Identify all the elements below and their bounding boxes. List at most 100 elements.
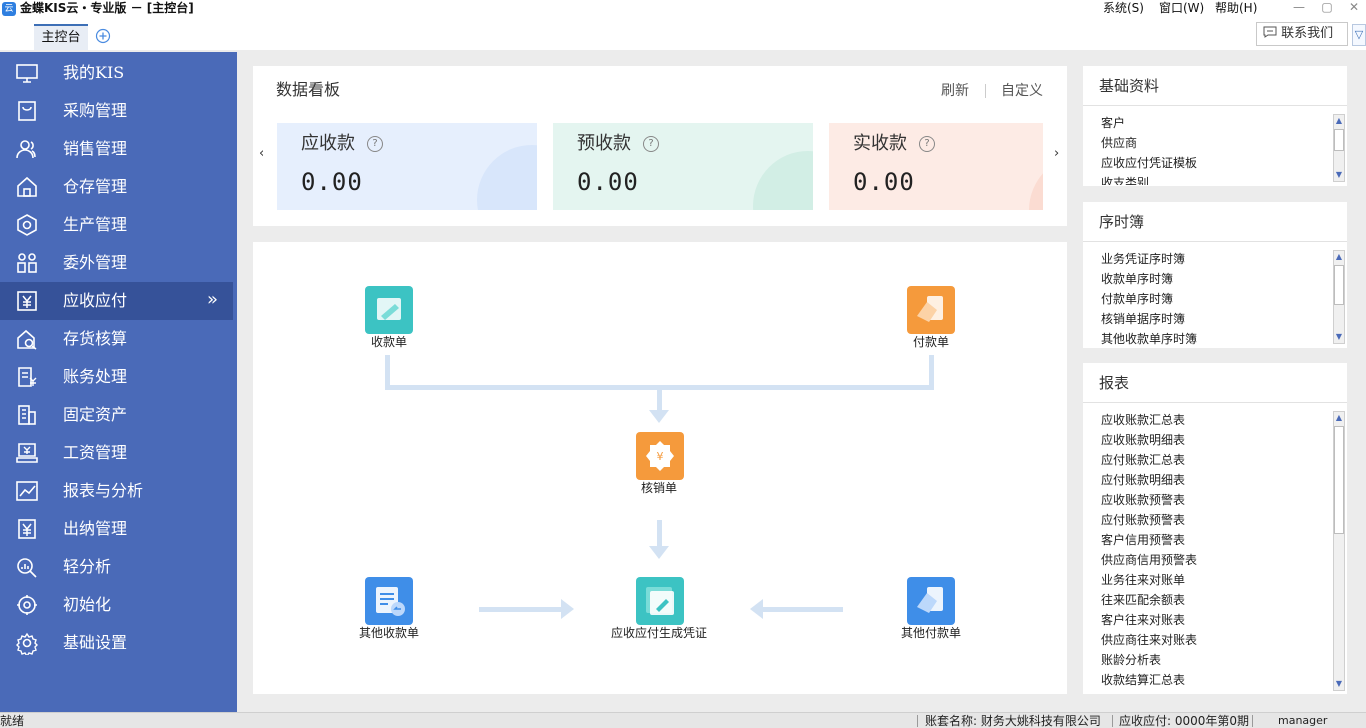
arrow-down-icon: [649, 410, 669, 423]
payment-label[interactable]: 付款单: [901, 335, 961, 349]
voucher-label[interactable]: 应收应付生成凭证: [599, 626, 719, 640]
basic-data-item[interactable]: 收支类别: [1101, 173, 1329, 185]
report-item[interactable]: 账龄分析表: [1101, 650, 1329, 670]
card-receivable[interactable]: 应收款 ? 0.00: [277, 123, 537, 210]
report-item[interactable]: 供应商往来对账表: [1101, 630, 1329, 650]
other-receipt-icon[interactable]: [365, 577, 413, 625]
basic-data-item[interactable]: 供应商: [1101, 133, 1329, 153]
users-icon: [14, 137, 40, 161]
receipt-icon[interactable]: [365, 286, 413, 334]
reports-title: 报表: [1099, 374, 1130, 392]
cashier-icon: [14, 517, 40, 541]
scroll-thumb[interactable]: [1334, 265, 1344, 305]
scroll-thumb[interactable]: [1334, 129, 1344, 151]
sidebar-item-label: 账务处理: [63, 367, 128, 386]
sidebar-item-label: 采购管理: [63, 101, 128, 120]
sidebar-item-0[interactable]: 我的KIS: [0, 54, 237, 92]
plus-icon[interactable]: [94, 28, 112, 46]
sequence-book-scrollbar[interactable]: ▲ ▼: [1333, 250, 1345, 344]
sequence-book-item[interactable]: 业务凭证序时簿: [1101, 249, 1329, 269]
divider: [917, 715, 918, 727]
report-item[interactable]: 应收账款预警表: [1101, 490, 1329, 510]
scroll-up-icon[interactable]: ▲: [1334, 412, 1344, 424]
sidebar-item-5[interactable]: 委外管理: [0, 244, 237, 282]
menu-window[interactable]: 窗口(W): [1159, 0, 1204, 16]
divider: [1112, 715, 1113, 727]
customize-button[interactable]: 自定义: [1001, 82, 1043, 100]
sidebar-item-7[interactable]: 存货核算: [0, 320, 237, 358]
sidebar-item-label: 存货核算: [63, 329, 128, 348]
card-actual-receipt[interactable]: 实收款 ? 0.00: [829, 123, 1043, 210]
other-payment-label[interactable]: 其他付款单: [891, 626, 971, 640]
sidebar: 我的KIS 采购管理销售管理仓存管理 生产管理 委外管理 应收应付 » 存货核算账务处理固定…: [0, 52, 237, 712]
card-advance-receipt[interactable]: 预收款 ? 0.00: [553, 123, 813, 210]
sidebar-item-3[interactable]: 仓存管理: [0, 168, 237, 206]
sequence-book-item[interactable]: 收款单序时簿: [1101, 269, 1329, 289]
maximize-button[interactable]: ▢: [1314, 0, 1340, 16]
scroll-down-icon[interactable]: ▼: [1334, 331, 1344, 343]
basic-data-item[interactable]: 应收应付凭证模板: [1101, 153, 1329, 173]
writeoff-icon[interactable]: ¥: [636, 432, 684, 480]
help-icon[interactable]: ?: [643, 136, 659, 152]
report-item[interactable]: 业务往来对账单: [1101, 570, 1329, 590]
sidebar-item-label: 销售管理: [63, 139, 128, 158]
sidebar-item-8[interactable]: 账务处理: [0, 358, 237, 396]
report-item[interactable]: 应付账款预警表: [1101, 510, 1329, 530]
refresh-button[interactable]: 刷新: [941, 82, 969, 100]
tab-main-console[interactable]: 主控台: [34, 24, 88, 50]
report-item[interactable]: 客户往来对账表: [1101, 610, 1329, 630]
minimize-button[interactable]: —: [1286, 0, 1312, 16]
sequence-book-item[interactable]: 其他收款单序时簿: [1101, 329, 1329, 345]
other-receipt-label[interactable]: 其他收款单: [349, 626, 429, 640]
scroll-down-icon[interactable]: ▼: [1334, 678, 1344, 690]
sidebar-item-1[interactable]: 采购管理: [0, 92, 237, 130]
monitor-icon: [14, 61, 40, 85]
receipt-label[interactable]: 收款单: [359, 335, 419, 349]
basic-data-scrollbar[interactable]: ▲ ▼: [1333, 114, 1345, 182]
ledger-icon: [14, 365, 40, 389]
status-module-period: 应收应付: 0000年第0期: [1119, 714, 1250, 728]
report-item[interactable]: 客户信用预警表: [1101, 530, 1329, 550]
sidebar-item-2[interactable]: 销售管理: [0, 130, 237, 168]
writeoff-label[interactable]: 核销单: [629, 481, 689, 495]
prev-arrow-icon[interactable]: ‹: [259, 146, 264, 161]
menu-system[interactable]: 系统(S): [1103, 0, 1144, 16]
sidebar-item-11[interactable]: 报表与分析: [0, 472, 237, 510]
basic-data-item[interactable]: 客户: [1101, 113, 1329, 133]
sidebar-item-4[interactable]: 生产管理: [0, 206, 237, 244]
sequence-book-item[interactable]: 付款单序时簿: [1101, 289, 1329, 309]
scroll-up-icon[interactable]: ▲: [1334, 251, 1344, 263]
double-chevron-right-icon[interactable]: »: [207, 288, 218, 312]
reports-scrollbar[interactable]: ▲ ▼: [1333, 411, 1345, 691]
report-item[interactable]: 往来匹配余额表: [1101, 590, 1329, 610]
sequence-book-item[interactable]: 核销单据序时簿: [1101, 309, 1329, 329]
menu-help[interactable]: 帮助(H): [1215, 0, 1257, 16]
help-icon[interactable]: ?: [367, 136, 383, 152]
close-button[interactable]: ✕: [1341, 0, 1366, 16]
scroll-down-icon[interactable]: ▼: [1334, 169, 1344, 181]
report-item[interactable]: 收款结算汇总表: [1101, 670, 1329, 690]
collapse-chevron-icon[interactable]: ▽: [1352, 24, 1366, 46]
report-item[interactable]: 供应商信用预警表: [1101, 550, 1329, 570]
next-arrow-icon[interactable]: ›: [1054, 146, 1059, 161]
sidebar-item-6[interactable]: 应收应付 »: [0, 282, 233, 320]
sidebar-item-13[interactable]: 轻分析: [0, 548, 237, 586]
scroll-up-icon[interactable]: ▲: [1334, 115, 1344, 127]
sidebar-item-9[interactable]: 固定资产: [0, 396, 237, 434]
voucher-icon[interactable]: [636, 577, 684, 625]
production-icon: [14, 213, 40, 237]
report-item[interactable]: 应收账款明细表: [1101, 430, 1329, 450]
sidebar-item-15[interactable]: 基础设置: [0, 624, 237, 662]
report-item[interactable]: 应付账款明细表: [1101, 470, 1329, 490]
report-item[interactable]: 应收账款汇总表: [1101, 410, 1329, 430]
other-payment-icon[interactable]: [907, 577, 955, 625]
help-icon[interactable]: ?: [919, 136, 935, 152]
sidebar-item-14[interactable]: 初始化: [0, 586, 237, 624]
scroll-thumb[interactable]: [1334, 426, 1344, 534]
sidebar-item-12[interactable]: 出纳管理: [0, 510, 237, 548]
contact-us-button[interactable]: 联系我们: [1256, 22, 1348, 46]
payment-icon[interactable]: [907, 286, 955, 334]
report-item[interactable]: 应付账款汇总表: [1101, 450, 1329, 470]
sequence-book-title: 序时簿: [1099, 213, 1145, 231]
sidebar-item-10[interactable]: 工资管理: [0, 434, 237, 472]
